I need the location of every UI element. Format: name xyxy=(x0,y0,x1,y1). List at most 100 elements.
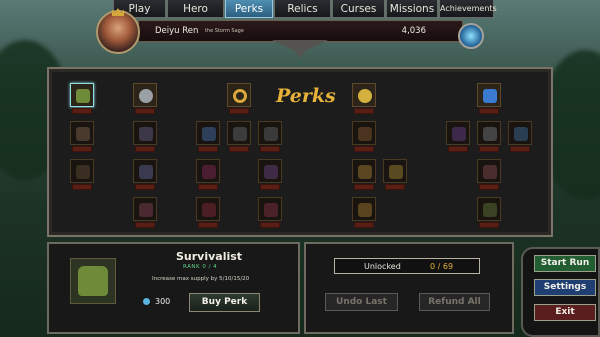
sword-icon xyxy=(139,127,153,141)
avatar[interactable] xyxy=(96,10,140,54)
rune-icon xyxy=(452,127,466,141)
rank-pips xyxy=(72,146,92,152)
perk-frame xyxy=(352,121,376,145)
rank-pips xyxy=(135,222,155,228)
perk-slot[interactable] xyxy=(133,197,157,229)
rank-pips xyxy=(135,184,155,190)
perk-slot[interactable] xyxy=(446,121,470,153)
buy-perk-button[interactable]: Buy Perk xyxy=(189,293,260,312)
tab-achievements[interactable]: Achievements xyxy=(439,0,497,18)
perk-slot[interactable] xyxy=(227,83,251,115)
pocket-watch-icon xyxy=(139,89,153,103)
perk-slot[interactable] xyxy=(196,197,220,229)
perk-slot[interactable] xyxy=(352,83,376,115)
perk-frame xyxy=(477,197,501,221)
perk-frame xyxy=(133,121,157,145)
rank-pips xyxy=(229,108,249,114)
tab-curses[interactable]: Curses xyxy=(332,0,385,18)
treasure-icon xyxy=(358,203,372,217)
rank-pips xyxy=(354,108,374,114)
rank-pips xyxy=(354,146,374,152)
perk-frame xyxy=(133,197,157,221)
refund-all-button[interactable]: Refund All xyxy=(419,293,490,311)
perk-slot[interactable] xyxy=(352,197,376,229)
rank-pips xyxy=(72,108,92,114)
flame-icon xyxy=(202,203,216,217)
perk-name: Survivalist xyxy=(176,250,243,263)
perk-slot[interactable] xyxy=(196,121,220,153)
perk-slot[interactable] xyxy=(352,159,376,191)
header-ornament xyxy=(272,40,328,58)
perk-description: Increase max supply by 5/10/15/20 xyxy=(152,276,250,282)
perk-slot[interactable] xyxy=(70,121,94,153)
exit-button[interactable]: Exit xyxy=(534,304,596,321)
perk-frame xyxy=(70,83,94,107)
undo-last-button[interactable]: Undo Last xyxy=(325,293,398,311)
player-bar: Deiyu Ren the Storm Sage 4,036 xyxy=(138,20,463,42)
perk-frame xyxy=(477,83,501,107)
banner-icon xyxy=(264,203,278,217)
rank-pips xyxy=(198,146,218,152)
perk-frame xyxy=(258,159,282,183)
crystal-currency-icon xyxy=(458,23,484,49)
stone-icon xyxy=(483,127,497,141)
rank-pips xyxy=(354,184,374,190)
perk-slot[interactable] xyxy=(477,197,501,229)
armor-icon xyxy=(233,127,247,141)
perk-frame xyxy=(352,159,376,183)
perk-cost: 300 xyxy=(155,297,171,306)
perk-slot[interactable] xyxy=(258,121,282,153)
perk-slot[interactable] xyxy=(133,83,157,115)
rank-pips xyxy=(229,146,249,152)
rank-pips xyxy=(479,146,499,152)
rank-pips xyxy=(260,146,280,152)
perk-slot[interactable] xyxy=(133,159,157,191)
chest-icon xyxy=(358,127,372,141)
tome-icon xyxy=(264,165,278,179)
gem-icon xyxy=(202,127,216,141)
perk-slot[interactable] xyxy=(70,159,94,191)
tab-perks[interactable]: Perks xyxy=(225,0,273,18)
perk-slot[interactable] xyxy=(508,121,532,153)
potion-icon xyxy=(139,165,153,179)
perk-slot[interactable] xyxy=(383,159,407,191)
perk-slot[interactable] xyxy=(227,121,251,153)
perk-frame xyxy=(258,197,282,221)
perk-rank: RANK 0 / 4 xyxy=(183,264,218,270)
perk-slot[interactable] xyxy=(477,121,501,153)
perk-slot[interactable] xyxy=(352,121,376,153)
gold-pile-icon xyxy=(358,165,372,179)
rank-pips xyxy=(135,146,155,152)
perk-frame xyxy=(477,121,501,145)
tab-hero[interactable]: Hero xyxy=(167,0,224,18)
shield-icon xyxy=(76,127,90,141)
start-run-button[interactable]: Start Run xyxy=(534,255,596,272)
rank-pips xyxy=(72,184,92,190)
helmet-icon xyxy=(264,127,278,141)
perk-slot[interactable] xyxy=(133,121,157,153)
perk-slot[interactable] xyxy=(258,197,282,229)
perk-frame xyxy=(70,159,94,183)
perk-frame xyxy=(258,121,282,145)
ring-icon xyxy=(233,89,247,103)
currency-amount: 4,036 xyxy=(401,26,426,36)
settings-button[interactable]: Settings xyxy=(534,279,596,296)
perk-slot[interactable] xyxy=(258,159,282,191)
map-icon xyxy=(483,203,497,217)
perk-slot-survivalist[interactable] xyxy=(70,83,94,115)
perk-frame xyxy=(196,121,220,145)
tab-missions[interactable]: Missions xyxy=(386,0,438,18)
perk-frame xyxy=(383,159,407,183)
unlock-counter-bar xyxy=(334,258,480,274)
perk-slot[interactable] xyxy=(477,83,501,115)
tab-relics[interactable]: Relics xyxy=(274,0,331,18)
rank-pips xyxy=(510,146,530,152)
rank-pips xyxy=(198,184,218,190)
perk-frame xyxy=(70,121,94,145)
rank-pips xyxy=(198,222,218,228)
perk-slot[interactable] xyxy=(196,159,220,191)
rank-pips xyxy=(135,108,155,114)
coins-icon xyxy=(358,89,372,103)
perk-slot[interactable] xyxy=(477,159,501,191)
perk-frame xyxy=(352,83,376,107)
